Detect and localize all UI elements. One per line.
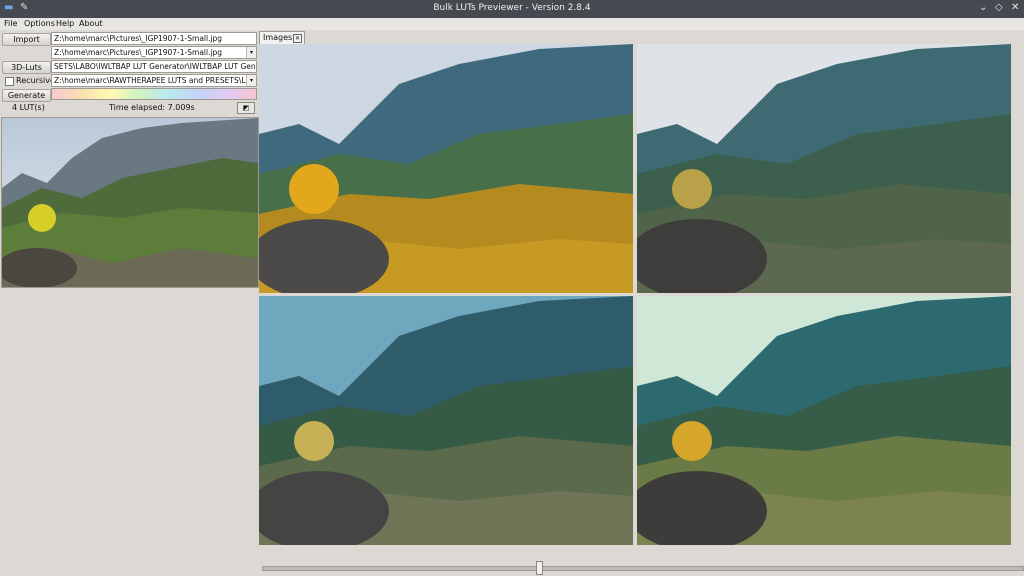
lut-progress-gradient [51,88,257,100]
menu-bar: File Options Help About [0,18,1024,30]
import-path-field[interactable]: Z:\home\marc\Pictures\_IGP1907-1-Small.j… [51,32,257,45]
title-bar: ▬ ✎ Bulk LUTs Previewer - Version 2.8.4 … [0,0,1024,18]
export-icon[interactable]: ◩ [237,102,255,114]
close-icon[interactable]: ✕ [293,34,302,43]
source-landscape-image [2,118,258,287]
recursive-checkbox[interactable] [5,77,14,86]
tab-images-label: Images [263,33,293,42]
menu-options[interactable]: Options [24,19,55,28]
tab-images[interactable]: Images ✕ [259,31,305,44]
lut-image-warm [259,44,633,293]
lut-preview-4 [637,296,1011,545]
lut-preview-1 [259,44,633,293]
lut-image-teal [259,296,633,545]
source-image-preview [1,117,259,288]
lut-image-cool [637,44,1011,293]
lut-image-mint [637,296,1011,545]
menu-about[interactable]: About [79,19,103,28]
3d-luts-button[interactable]: 3D-Luts [2,61,51,74]
generate-button[interactable]: Generate [2,89,51,102]
chevron-down-icon[interactable]: ▾ [246,75,256,86]
chevron-down-icon[interactable]: ⌄ [979,2,987,13]
window-title: Bulk LUTs Previewer - Version 2.8.4 [433,3,591,13]
chevron-down-icon[interactable]: ▾ [246,47,256,58]
image-select[interactable]: Z:\home\marc\Pictures\_IGP1907-1-Small.j… [51,46,257,59]
image-select-value: Z:\home\marc\Pictures\_IGP1907-1-Small.j… [54,48,223,57]
lut-count: 4 LUT(s) [12,103,45,112]
zoom-slider-handle[interactable] [536,561,543,575]
close-icon[interactable]: ✕ [1011,2,1019,13]
menu-help[interactable]: Help [56,19,74,28]
zoom-slider-track[interactable] [262,566,1024,571]
import-button[interactable]: Import [2,33,51,46]
menu-file[interactable]: File [4,19,17,28]
diamond-icon[interactable]: ◇ [995,2,1003,13]
luts-path-field[interactable]: SETS\LABO\IWLTBAP LUT Generator\IWLTBAP … [51,60,257,73]
recursive-path-select[interactable]: Z:\home\marc\RAWTHERAPEE LUTS and PRESET… [51,74,257,87]
recursive-label: Recursive [16,76,55,85]
lut-preview-3 [259,296,633,545]
recursive-path-value: Z:\home\marc\RAWTHERAPEE LUTS and PRESET… [54,76,257,85]
time-elapsed: Time elapsed: 7.009s [109,103,195,112]
lut-preview-2 [637,44,1011,293]
